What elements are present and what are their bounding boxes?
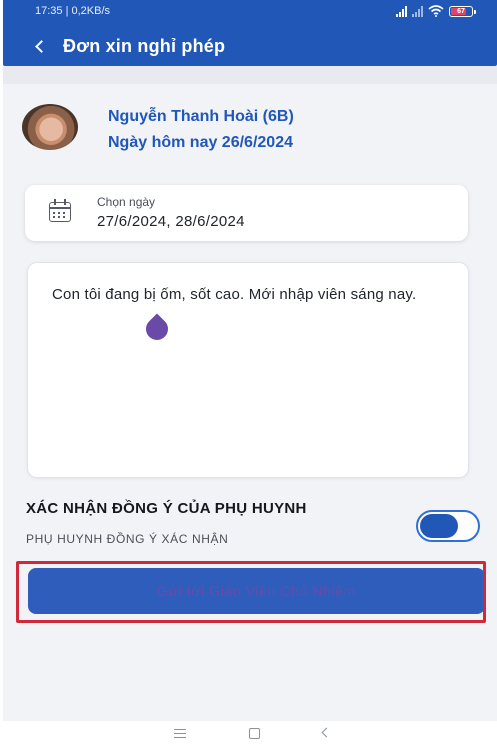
wifi-icon [428,5,444,17]
calendar-icon [49,199,71,222]
date-picker-label: Chọn ngày [97,195,156,209]
page-title: Đơn xin nghỉ phép [63,36,226,56]
battery-level: 67 [457,7,465,15]
battery-icon: 67 [449,5,476,17]
square-home-icon[interactable] [249,728,260,739]
system-nav-bar [0,721,497,749]
status-icons: 67 [396,5,476,17]
highlight-frame [16,561,486,623]
date-picker-field[interactable]: Chọn ngày 27/6/2024, 28/6/2024 [25,185,468,241]
reason-textarea[interactable]: Con tôi đang bị ốm, sốt cao. Mới nhập vi… [27,262,469,478]
chevron-left-icon [34,39,48,53]
back-triangle-icon[interactable] [321,727,332,738]
app-header: 17:35 | 0,2KB/s 67 Đơn xin nghỉ phép [3,0,497,66]
status-time-speed: 17:35 | 0,2KB/s [35,5,111,17]
signal-icon [396,5,407,17]
student-info: Nguyễn Thanh Hoài (6B) Ngày hôm nay 26/6… [22,100,482,158]
avatar [22,104,78,150]
toggle-knob [420,514,458,538]
text-cursor-handle-icon[interactable] [141,313,173,345]
reason-text: Con tôi đang bị ốm, sốt cao. Mới nhập vi… [52,286,417,303]
status-bar: 17:35 | 0,2KB/s 67 [3,0,497,26]
today-date: Ngày hôm nay 26/6/2024 [108,134,293,151]
signal-secondary-icon [412,5,423,17]
menu-icon[interactable] [174,729,186,738]
back-button[interactable] [31,33,51,59]
date-picker-value: 27/6/2024, 28/6/2024 [97,213,245,230]
consent-subtitle: PHỤ HUYNH ĐỒNG Ý XÁC NHẬN [26,532,229,546]
consent-title: XÁC NHẬN ĐỒNG Ý CỦA PHỤ HUYNH [26,500,307,517]
student-name: Nguyễn Thanh Hoài (6B) [108,108,294,125]
consent-toggle[interactable] [416,510,480,542]
content-top-strip [3,66,497,84]
